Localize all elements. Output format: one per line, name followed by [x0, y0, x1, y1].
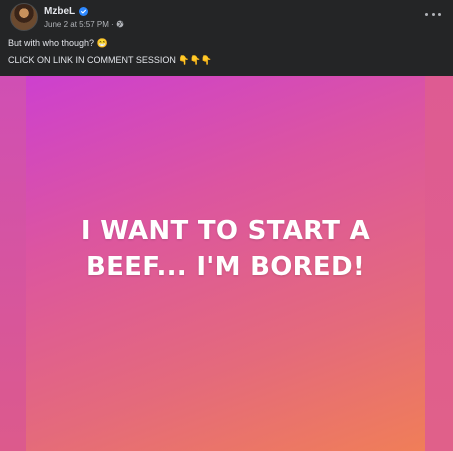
- globe-icon[interactable]: [116, 20, 124, 28]
- meta-separator: ·: [110, 19, 114, 29]
- avatar[interactable]: [10, 3, 38, 31]
- post-text-line-1: But with who though? 😁: [8, 38, 108, 48]
- post-meta: June 2 at 5:57 PM ·: [44, 18, 124, 30]
- post-header: MzbeL June 2 at 5:57 PM · But with who t…: [0, 0, 453, 76]
- author-row: MzbeL: [44, 4, 89, 18]
- author-name[interactable]: MzbeL: [44, 6, 75, 17]
- post-image[interactable]: I WANT TO START A BEEF... I'M BORED!: [26, 76, 425, 451]
- post-image-area[interactable]: I WANT TO START A BEEF... I'M BORED!: [0, 76, 453, 451]
- image-caption: I WANT TO START A BEEF... I'M BORED!: [80, 215, 371, 282]
- image-blur-left: [0, 76, 26, 451]
- more-options-icon[interactable]: [425, 8, 441, 20]
- post-timestamp[interactable]: June 2 at 5:57 PM: [44, 20, 109, 29]
- verified-badge-icon: [79, 6, 89, 16]
- image-blur-right: [425, 76, 453, 451]
- post-text-line-2: CLICK ON LINK IN COMMENT SESSION 👇👇👇: [8, 55, 212, 65]
